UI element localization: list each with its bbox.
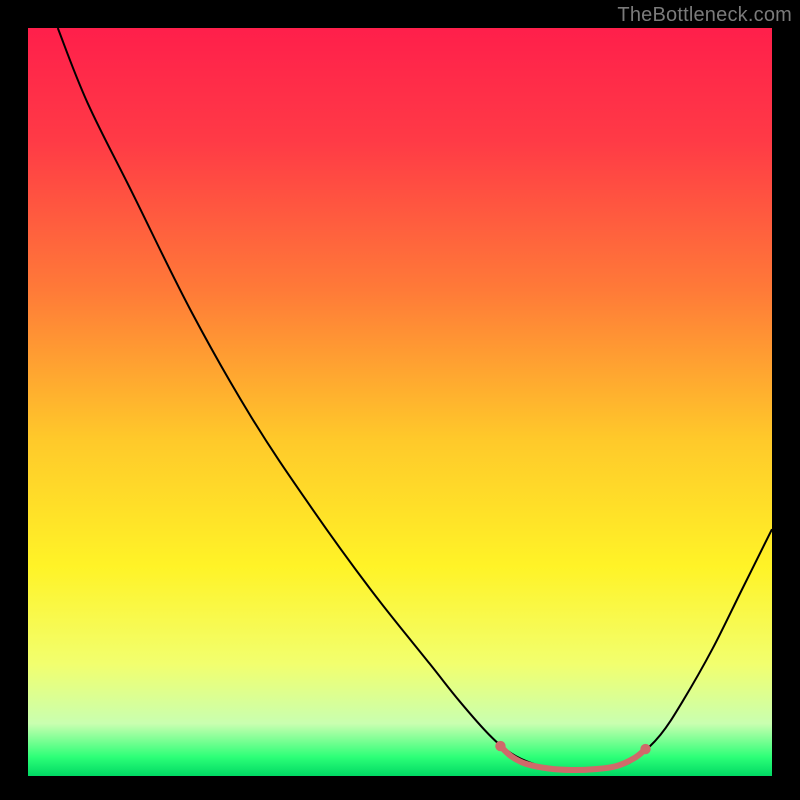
optimal-band-dot	[640, 744, 650, 754]
chart-svg	[0, 0, 800, 800]
chart-container: TheBottleneck.com	[0, 0, 800, 800]
optimal-band-dot	[495, 741, 505, 751]
watermark-text: TheBottleneck.com	[617, 4, 792, 27]
plot-background	[28, 28, 772, 776]
